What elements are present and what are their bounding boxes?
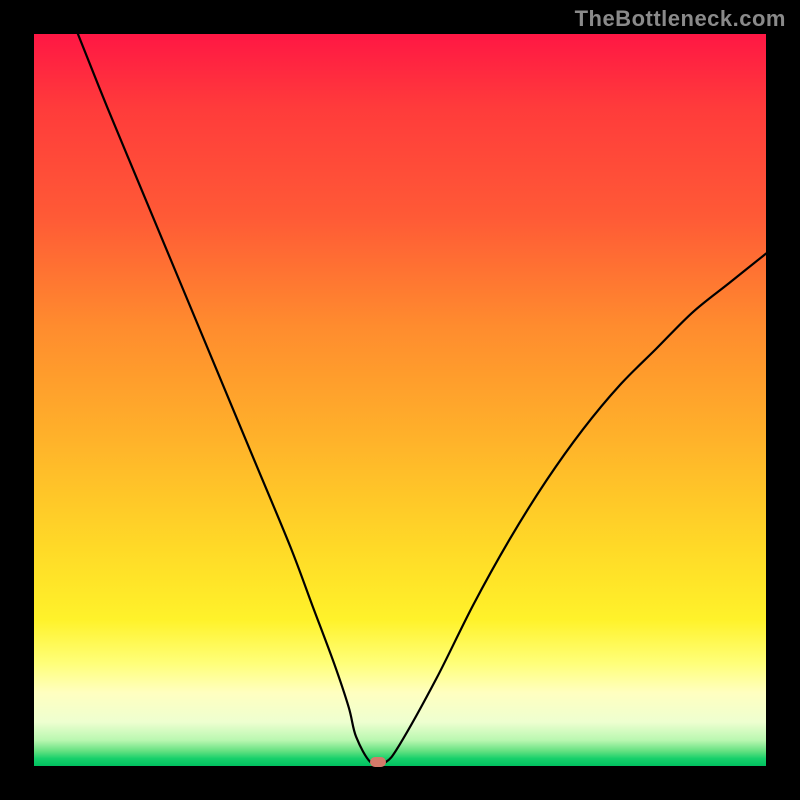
- plot-area: [34, 34, 766, 766]
- watermark-text: TheBottleneck.com: [575, 6, 786, 32]
- chart-frame: TheBottleneck.com: [0, 0, 800, 800]
- optimal-point-marker: [370, 757, 386, 767]
- bottleneck-curve: [34, 34, 766, 766]
